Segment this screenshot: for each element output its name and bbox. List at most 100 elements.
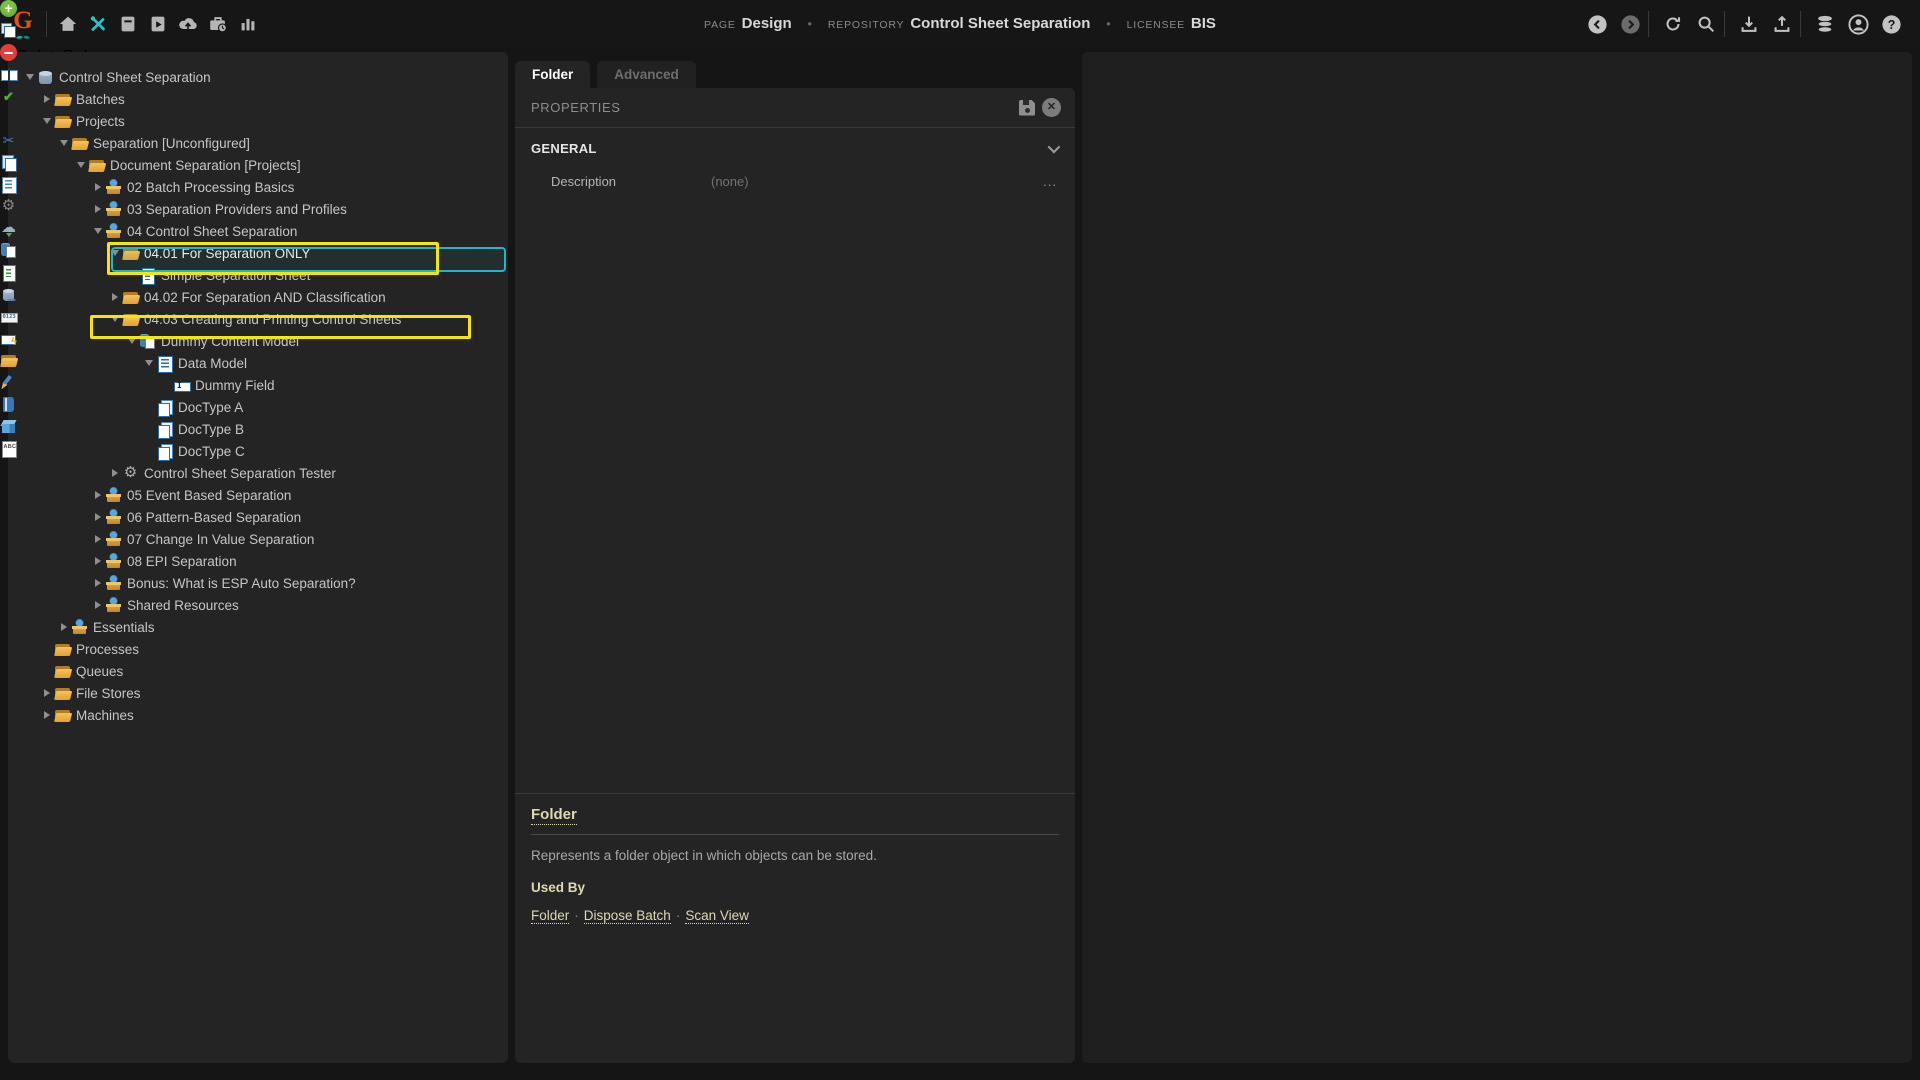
detail-panel: Folder Advanced PROPERTIES GENERAL Descr… <box>515 52 1075 1063</box>
tree-expand-arrow-icon[interactable] <box>107 466 122 480</box>
tree-item[interactable]: Dummy Content Model <box>8 330 508 352</box>
controlsheet-icon <box>0 264 17 281</box>
upload-icon[interactable] <box>1767 7 1797 41</box>
forward-icon[interactable] <box>1615 7 1645 41</box>
description-more-button[interactable]: ... <box>1043 174 1057 189</box>
tree-item[interactable]: 04 Control Sheet Separation <box>8 220 508 242</box>
tree-expand-arrow-icon[interactable] <box>39 686 54 700</box>
stats-icon[interactable] <box>233 7 263 41</box>
tree-item[interactable]: Data Model <box>8 352 508 374</box>
tree-item[interactable]: 05 Event Based Separation <box>8 484 508 506</box>
tree-expand-arrow-icon[interactable] <box>107 290 122 304</box>
property-row-description[interactable]: Description (none) ... <box>515 168 1075 194</box>
tree-item-label: Dummy Content Model <box>161 334 299 349</box>
tree-item[interactable]: 06 Pattern-Based Separation <box>8 506 508 528</box>
tree-expand-arrow-icon[interactable] <box>90 598 105 612</box>
tree-item-label: 07 Change In Value Separation <box>127 532 314 547</box>
tree-expand-arrow-icon[interactable] <box>73 158 88 172</box>
close-icon[interactable] <box>1042 98 1061 117</box>
database-icon[interactable] <box>1810 7 1840 41</box>
link-scan-view[interactable]: Scan View <box>685 908 749 924</box>
tree-item[interactable]: 04.01 For Separation ONLY <box>8 242 508 264</box>
repository-value[interactable]: Control Sheet Separation <box>910 15 1090 32</box>
tree-item[interactable]: 02 Batch Processing Basics <box>8 176 508 198</box>
tree-expand-arrow-icon[interactable] <box>90 576 105 590</box>
refresh-icon[interactable] <box>1658 7 1688 41</box>
tree-expand-arrow-icon[interactable] <box>107 246 122 260</box>
design-tools-icon[interactable] <box>83 7 113 41</box>
tree-arrow-spacer <box>141 422 156 436</box>
tree-expand-arrow-icon[interactable] <box>90 510 105 524</box>
properties-bar: PROPERTIES <box>515 88 1075 128</box>
tree-item[interactable]: 08 EPI Separation <box>8 550 508 572</box>
section-general[interactable]: GENERAL <box>515 128 1075 168</box>
viewprops-icon <box>0 176 17 193</box>
project-icon <box>105 509 122 526</box>
tree-item[interactable]: DocType A <box>8 396 508 418</box>
back-icon[interactable] <box>1582 7 1612 41</box>
tree-item-label: Batches <box>76 92 125 107</box>
tree-expand-arrow-icon[interactable] <box>90 180 105 194</box>
tree-item[interactable]: Essentials <box>8 616 508 638</box>
none-icon <box>0 110 17 127</box>
topbar-divider <box>1724 11 1725 37</box>
tree-item[interactable]: Queues <box>8 660 508 682</box>
datatype-icon <box>0 308 17 325</box>
tree-item[interactable]: 07 Change In Value Separation <box>8 528 508 550</box>
delete-icon <box>0 44 17 61</box>
tree-expand-arrow-icon[interactable] <box>90 532 105 546</box>
logo-leaves-icon <box>15 33 31 40</box>
tree-item[interactable]: Batches <box>8 88 508 110</box>
folder-icon <box>54 91 71 108</box>
tree-item[interactable]: Simple Separation Sheet <box>8 264 508 286</box>
tree-expand-arrow-icon[interactable] <box>39 92 54 106</box>
tree-item[interactable]: Control Sheet Separation Tester <box>8 462 508 484</box>
batches-icon[interactable] <box>113 7 143 41</box>
tree-item[interactable]: Shared Resources <box>8 594 508 616</box>
tree-item[interactable]: Machines <box>8 704 508 726</box>
search-icon[interactable] <box>1691 7 1721 41</box>
tree-item[interactable]: Projects <box>8 110 508 132</box>
tree-expand-arrow-icon[interactable] <box>39 114 54 128</box>
tree-item[interactable]: File Stores <box>8 682 508 704</box>
tree-item[interactable]: 04.03 Creating and Printing Control Shee… <box>8 308 508 330</box>
tree-expand-arrow-icon[interactable] <box>90 488 105 502</box>
tree-item[interactable]: Control Sheet Separation <box>8 66 508 88</box>
account-icon[interactable] <box>1843 7 1873 41</box>
tree-expand-arrow-icon[interactable] <box>90 202 105 216</box>
tree-expand-arrow-icon[interactable] <box>124 334 139 348</box>
tree-expand-arrow-icon[interactable] <box>56 136 71 150</box>
download-icon[interactable] <box>1734 7 1764 41</box>
tree-expand-arrow-icon[interactable] <box>107 312 122 326</box>
tree-expand-arrow-icon[interactable] <box>141 356 156 370</box>
tree-item[interactable]: Bonus: What is ESP Auto Separation? <box>8 572 508 594</box>
cloud-import-icon[interactable] <box>173 7 203 41</box>
tab-advanced[interactable]: Advanced <box>597 61 696 88</box>
licensee-value: BIS <box>1191 15 1216 32</box>
tree-item[interactable]: DocType C <box>8 440 508 462</box>
tree-item[interactable]: Document Separation [Projects] <box>8 154 508 176</box>
link-dispose-batch[interactable]: Dispose Batch <box>584 908 671 924</box>
tab-folder[interactable]: Folder <box>515 61 590 88</box>
tree-expand-arrow-icon[interactable] <box>56 620 71 634</box>
batch-viewer-icon[interactable] <box>143 7 173 41</box>
chevron-down-icon[interactable] <box>1048 140 1061 153</box>
description-value[interactable]: (none) <box>711 174 749 189</box>
tree-item[interactable]: 03 Separation Providers and Profiles <box>8 198 508 220</box>
tree-expand-arrow-icon[interactable] <box>39 708 54 722</box>
link-folder[interactable]: Folder <box>531 908 569 924</box>
help-icon[interactable]: ? <box>1876 7 1906 41</box>
tree-expand-arrow-icon[interactable] <box>22 70 37 84</box>
tree-item[interactable]: Processes <box>8 638 508 660</box>
tree-item[interactable]: DocType B <box>8 418 508 440</box>
tree-expand-arrow-icon[interactable] <box>90 224 105 238</box>
page-value[interactable]: Design <box>742 15 792 32</box>
tree-expand-arrow-icon[interactable] <box>90 554 105 568</box>
job-activity-icon[interactable] <box>203 7 233 41</box>
tree-item[interactable]: 04.02 For Separation AND Classification <box>8 286 508 308</box>
valuereader-icon <box>0 506 17 523</box>
home-icon[interactable] <box>53 7 83 41</box>
tree-item[interactable]: Dummy Field <box>8 374 508 396</box>
tree-item[interactable]: Separation [Unconfigured] <box>8 132 508 154</box>
save-icon[interactable] <box>1019 100 1035 116</box>
